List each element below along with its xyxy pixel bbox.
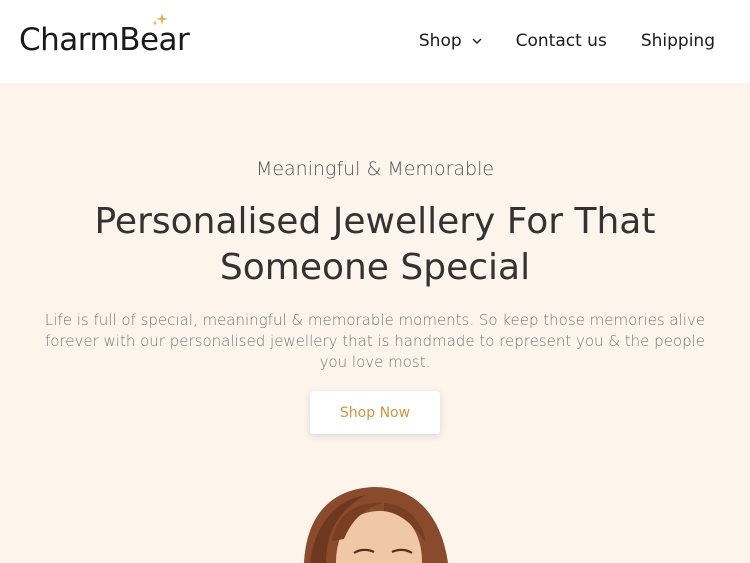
hero-headline: Personalised Jewellery For That Someone …: [94, 201, 656, 288]
nav-contact-label: Contact us: [515, 31, 607, 51]
nav-shop[interactable]: Shop: [419, 30, 482, 52]
hero-lede: Life is full of special, meaningful & me…: [44, 311, 706, 371]
hero-section: Meaningful & Memorable Personalised Jewe…: [0, 83, 750, 563]
nav-contact[interactable]: Contact us: [516, 30, 607, 52]
nav-shipping[interactable]: Shipping: [641, 30, 715, 52]
main-nav: Shop Contact us Shipping: [419, 30, 715, 52]
hero-portrait-image: [304, 487, 448, 563]
site-header: CharmBear Shop Contact us Shipping: [0, 0, 750, 83]
shop-now-button[interactable]: Shop Now: [310, 391, 440, 434]
chevron-down-icon: [472, 38, 482, 44]
nav-shop-label: Shop: [418, 31, 462, 51]
hero-eyebrow: Meaningful & Memorable: [255, 158, 495, 180]
nav-shipping-label: Shipping: [640, 31, 715, 51]
sparkle-icon: [152, 13, 168, 26]
